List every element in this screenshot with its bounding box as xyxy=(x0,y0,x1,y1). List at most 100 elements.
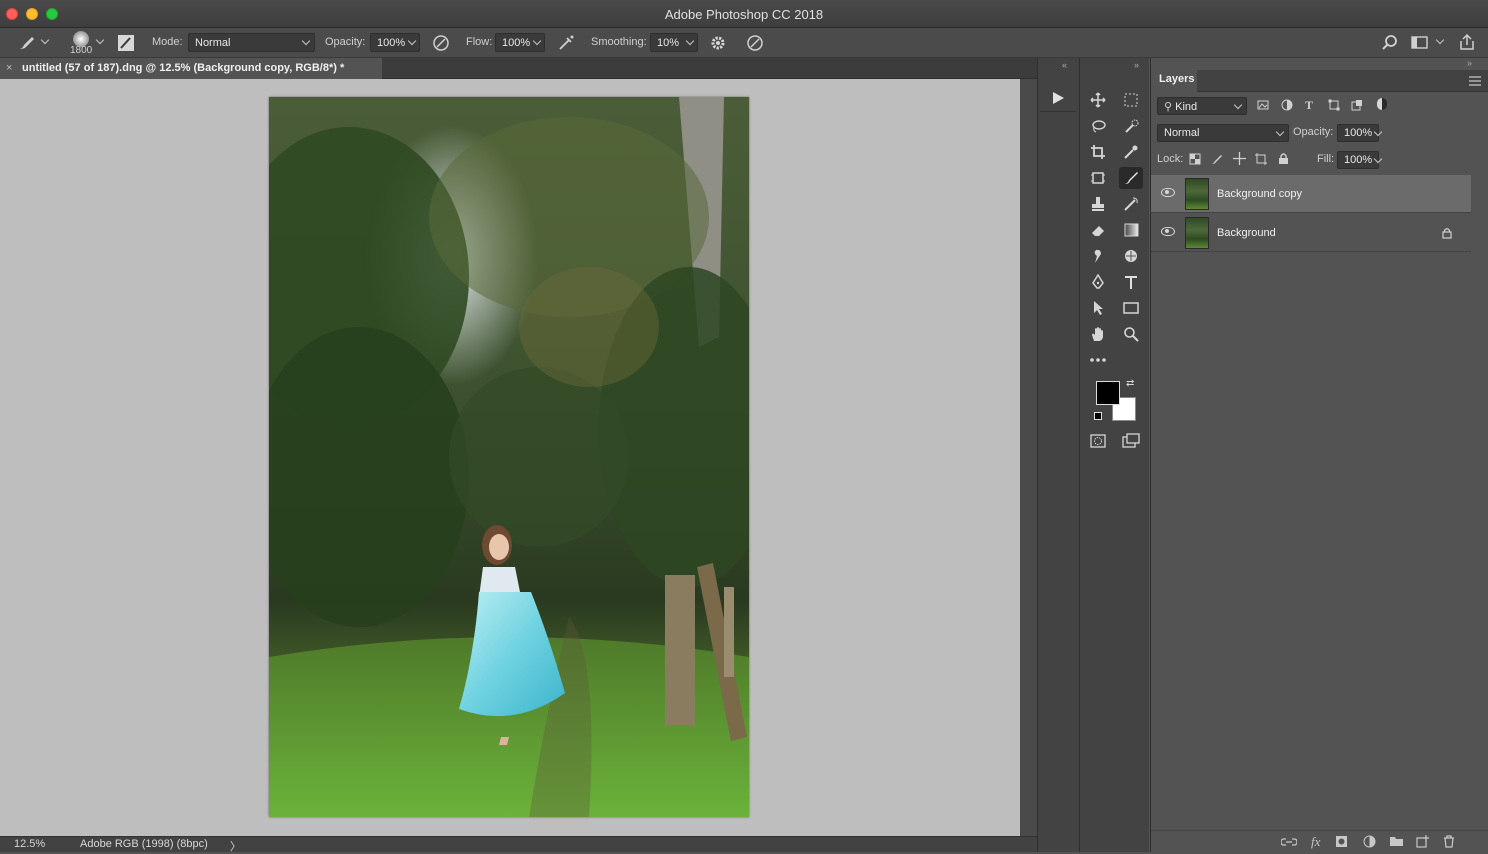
swap-colors-icon[interactable]: ⇄ xyxy=(1126,378,1134,389)
layer-opacity-input[interactable]: 100% xyxy=(1337,124,1379,142)
panel-menu-icon[interactable] xyxy=(1469,76,1481,86)
smudge-tool-icon[interactable] xyxy=(1086,245,1110,267)
collapse-arrows-icon[interactable]: « xyxy=(1062,60,1067,70)
type-tool-icon[interactable] xyxy=(1119,271,1143,293)
blend-mode-value: Normal xyxy=(1164,127,1200,139)
share-icon[interactable] xyxy=(1458,33,1476,51)
quick-select-tool-icon[interactable] xyxy=(1119,115,1143,137)
title-bar: Adobe Photoshop CC 2018 xyxy=(0,0,1488,28)
zoom-level[interactable]: 12.5% xyxy=(14,838,45,850)
path-select-tool-icon[interactable] xyxy=(1086,297,1110,319)
blend-mode-select[interactable]: Normal xyxy=(1157,124,1289,142)
marquee-tool-icon[interactable] xyxy=(1119,89,1143,111)
document-tab-title: untitled (57 of 187).dng @ 12.5% (Backgr… xyxy=(22,62,345,74)
canvas-area[interactable] xyxy=(0,79,1020,836)
foreground-color-swatch[interactable] xyxy=(1096,381,1120,405)
workspace-icon[interactable] xyxy=(1411,35,1429,51)
layer-thumbnail[interactable] xyxy=(1185,217,1209,249)
brush-settings-icon[interactable] xyxy=(117,34,135,52)
lock-label: Lock: xyxy=(1157,153,1184,165)
flow-label: Flow: xyxy=(466,36,493,48)
status-bar: 12.5% Adobe RGB (1998) (8bpc) 〉 xyxy=(0,836,1037,853)
new-group-folder-icon[interactable] xyxy=(1389,835,1404,847)
history-brush-tool-icon[interactable] xyxy=(1119,193,1143,215)
layer-opacity-value: 100% xyxy=(1344,127,1373,139)
dodge-tool-icon[interactable] xyxy=(1119,245,1143,267)
layer-opacity-label: Opacity: xyxy=(1293,126,1334,138)
lock-pixels-icon[interactable] xyxy=(1211,153,1223,165)
default-colors-icon[interactable] xyxy=(1094,412,1102,420)
move-tool-icon[interactable] xyxy=(1086,89,1110,111)
tools-panel: » ⇄ xyxy=(1079,58,1149,852)
visibility-eye-icon[interactable] xyxy=(1161,188,1175,197)
chevron-down-icon[interactable] xyxy=(1435,35,1445,45)
brush-size: 1800 xyxy=(70,45,93,56)
play-icon xyxy=(1053,91,1064,104)
filter-smart-object-icon[interactable] xyxy=(1351,99,1363,111)
screen-mode-icon[interactable] xyxy=(1119,430,1143,452)
layer-row-background-copy[interactable]: Background copy xyxy=(1151,175,1471,213)
brush-preset-icon[interactable] xyxy=(18,35,36,51)
actions-panel-button[interactable] xyxy=(1040,84,1076,112)
chevron-down-icon[interactable] xyxy=(95,35,105,45)
hand-tool-icon[interactable] xyxy=(1086,323,1110,345)
layer-thumbnail[interactable] xyxy=(1185,178,1209,210)
add-mask-icon[interactable] xyxy=(1335,835,1348,848)
smoothing-value: 10% xyxy=(657,37,680,49)
gear-icon[interactable] xyxy=(709,34,727,52)
filter-type-icon[interactable]: T xyxy=(1305,98,1313,113)
gradient-tool-icon[interactable] xyxy=(1119,219,1143,241)
fill-input[interactable]: 100% xyxy=(1337,151,1379,169)
pressure-size-icon[interactable] xyxy=(746,34,764,52)
filter-toggle-icon[interactable] xyxy=(1377,98,1387,110)
pen-tool-icon[interactable] xyxy=(1086,271,1110,293)
airbrush-icon[interactable] xyxy=(557,34,575,52)
stamp-tool-icon[interactable] xyxy=(1086,193,1110,215)
new-adjustment-layer-icon[interactable] xyxy=(1363,835,1376,848)
layer-row-background[interactable]: Background xyxy=(1151,214,1471,252)
lock-all-icon[interactable] xyxy=(1278,152,1289,165)
layer-style-fx-icon[interactable]: fx xyxy=(1311,834,1320,850)
mode-select[interactable]: Normal xyxy=(188,33,315,52)
lock-icon[interactable] xyxy=(1442,227,1452,239)
search-icon[interactable] xyxy=(1381,34,1399,52)
more-tools-icon[interactable] xyxy=(1086,349,1110,371)
frame-tool-icon[interactable] xyxy=(1086,167,1110,189)
pressure-opacity-icon[interactable] xyxy=(432,34,450,52)
quick-mask-icon[interactable] xyxy=(1086,430,1110,452)
layer-name[interactable]: Background copy xyxy=(1217,188,1302,200)
window-title: Adobe Photoshop CC 2018 xyxy=(664,7,824,22)
layers-tab[interactable]: Layers xyxy=(1151,70,1197,92)
visibility-eye-icon[interactable] xyxy=(1161,227,1175,236)
link-layers-icon[interactable] xyxy=(1281,837,1297,847)
eyedropper-tool-icon[interactable] xyxy=(1119,141,1143,163)
filter-kind-value: Kind xyxy=(1175,101,1198,113)
collapsed-panel-dock: « xyxy=(1037,58,1079,852)
new-layer-icon[interactable] xyxy=(1416,835,1429,848)
mode-value: Normal xyxy=(195,37,231,49)
layers-panel: » Layers ⚲ Kind T Normal Opacity: 100% L… xyxy=(1150,58,1488,852)
collapse-panel-icon[interactable]: » xyxy=(1467,58,1472,68)
filter-adjustment-icon[interactable] xyxy=(1281,99,1293,111)
layer-filter-select[interactable]: ⚲ Kind xyxy=(1157,97,1247,115)
layer-name[interactable]: Background xyxy=(1217,227,1276,239)
vertical-scrollbar[interactable] xyxy=(1020,79,1037,836)
close-tab-icon[interactable]: × xyxy=(6,62,12,74)
crop-tool-icon[interactable] xyxy=(1086,141,1110,163)
filter-shape-icon[interactable] xyxy=(1328,99,1340,111)
lasso-tool-icon[interactable] xyxy=(1086,115,1110,137)
expand-arrows-icon[interactable]: » xyxy=(1134,60,1139,70)
trash-icon[interactable] xyxy=(1443,835,1455,848)
filter-pixel-icon[interactable] xyxy=(1257,99,1269,111)
lock-position-icon[interactable] xyxy=(1233,152,1246,165)
rectangle-tool-icon[interactable] xyxy=(1119,297,1143,319)
chevron-down-icon[interactable] xyxy=(40,35,50,45)
lock-transparent-icon[interactable] xyxy=(1189,153,1201,165)
zoom-tool-icon[interactable] xyxy=(1119,323,1143,345)
document-tab[interactable]: × untitled (57 of 187).dng @ 12.5% (Back… xyxy=(0,58,382,79)
layers-panel-header: Layers xyxy=(1151,70,1488,92)
lock-artboard-icon[interactable] xyxy=(1255,153,1267,165)
document-image[interactable] xyxy=(269,97,749,817)
brush-tool-icon[interactable] xyxy=(1119,167,1143,189)
eraser-tool-icon[interactable] xyxy=(1086,219,1110,241)
